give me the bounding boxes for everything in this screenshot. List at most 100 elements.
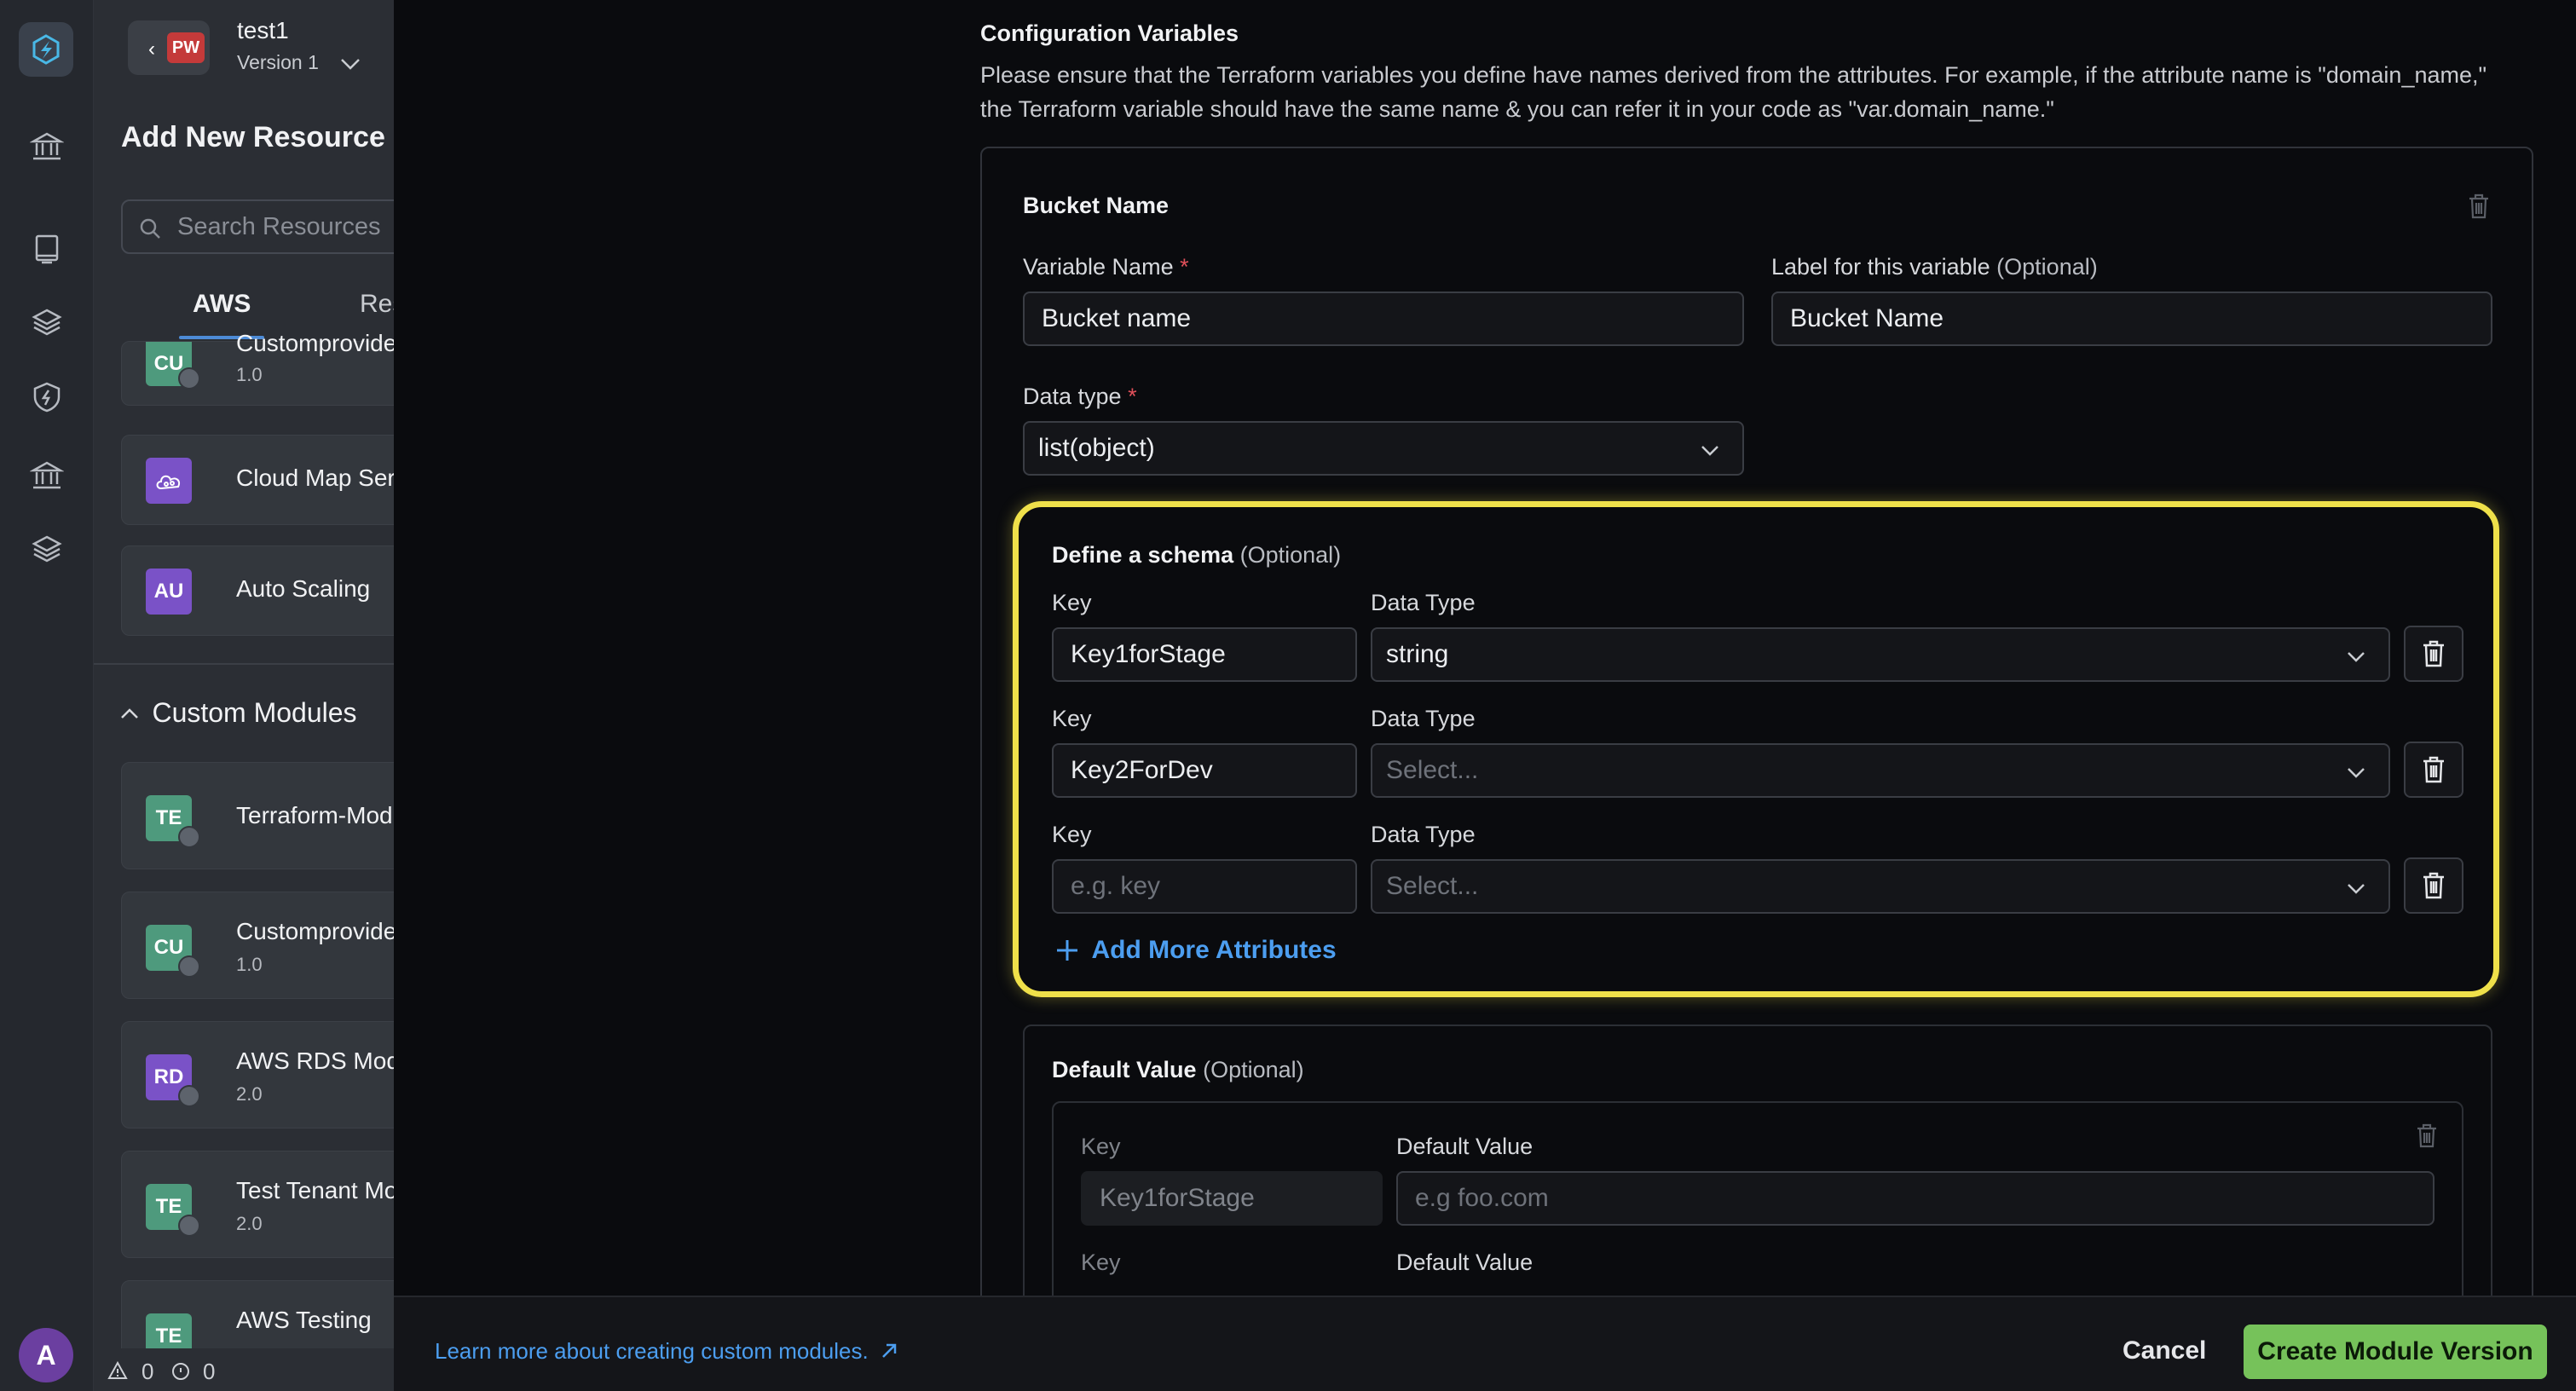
plus-icon: [1057, 940, 1077, 961]
warning-icon: [107, 1361, 128, 1379]
schema-key-placeholder: e.g. key: [1071, 872, 1161, 900]
user-icon: [178, 955, 200, 978]
project-badge: PW: [167, 32, 205, 63]
search-input[interactable]: Search Resources: [121, 199, 394, 254]
chevron-down-icon: [2348, 768, 2365, 778]
default-value-title: Default Value (Optional): [1052, 1057, 1304, 1082]
schema-key-input[interactable]: Key1forStage: [1052, 627, 1357, 682]
default-value-input[interactable]: e.g foo.com: [1396, 1171, 2434, 1226]
module-card[interactable]: TE Terraform-Modu: [121, 762, 394, 869]
delete-row-button[interactable]: [2404, 857, 2463, 914]
layers-icon[interactable]: [26, 528, 67, 569]
card-name: Cloud Map Servic: [236, 465, 394, 491]
add-more-attributes-button[interactable]: Add More Attributes: [1054, 936, 1337, 965]
schema-key-input[interactable]: e.g. key: [1052, 859, 1357, 914]
warning-count: 0: [142, 1359, 154, 1384]
trash-icon: [2423, 756, 2444, 783]
module-card[interactable]: CU Customprovider 1.0: [121, 892, 394, 999]
schema-key-label: Key: [1052, 590, 1092, 615]
card-version: 1.0: [236, 954, 263, 975]
card-version: 2.0: [236, 1213, 263, 1234]
data-type-select[interactable]: list(object): [1023, 421, 1744, 476]
bank-icon[interactable]: [26, 455, 67, 496]
info-count: 0: [203, 1359, 216, 1384]
learn-more-link[interactable]: Learn more about creating custom modules…: [435, 1338, 899, 1365]
card-version: 2.0: [236, 1083, 263, 1105]
custom-modules-title: Custom Modules: [152, 697, 357, 728]
add-more-label: Add More Attributes: [1091, 936, 1337, 964]
bank-icon: [178, 1085, 200, 1107]
layers-icon[interactable]: [26, 302, 67, 343]
card-name: Auto Scaling: [236, 575, 371, 602]
module-card[interactable]: TE Test Tenant Modu 2.0: [121, 1151, 394, 1258]
chevron-left-icon: ‹: [148, 38, 155, 61]
divider: [94, 663, 394, 665]
panel-title: Add New Resource: [121, 121, 385, 153]
shield-bolt-icon[interactable]: [26, 377, 67, 418]
cloud-map-icon: [146, 458, 192, 504]
version-selector[interactable]: Version 1: [237, 51, 361, 74]
learn-more-text: Learn more about creating custom modules…: [435, 1338, 869, 1364]
default-key-label: Key: [1081, 1134, 1121, 1159]
resource-card-auto-scaling[interactable]: AU Auto Scaling: [121, 545, 394, 636]
project-name: test1: [237, 17, 289, 43]
resource-badge: AU: [146, 569, 192, 615]
module-card[interactable]: RD AWS RDS Module 2.0: [121, 1021, 394, 1128]
custom-modules-toggle[interactable]: Custom Modules: [119, 697, 357, 729]
create-module-version-button[interactable]: Create Module Version: [2244, 1325, 2547, 1379]
schema-type-select[interactable]: string: [1371, 627, 2390, 682]
delete-row-button[interactable]: [2404, 626, 2463, 682]
default-key-input: Key1forStage: [1081, 1171, 1383, 1226]
card-name: AWS Testing: [236, 1307, 372, 1333]
card-name: Customprovider: [236, 330, 394, 356]
resource-card-cloud-map[interactable]: Cloud Map Servic: [121, 435, 394, 525]
default-key-label: Key: [1081, 1250, 1121, 1275]
schema-key-input[interactable]: Key2ForDev: [1052, 743, 1357, 798]
chevron-up-icon: [121, 707, 138, 719]
version-label: Version 1: [237, 51, 319, 73]
schema-type-label: Data Type: [1371, 706, 1476, 731]
search-placeholder: Search Resources: [177, 213, 381, 240]
bank-icon: [178, 1215, 200, 1237]
default-value-placeholder: e.g foo.com: [1415, 1184, 1549, 1212]
config-help-line-1: Please ensure that the Terraform variabl…: [980, 62, 2487, 88]
schema-type-label: Data Type: [1371, 590, 1476, 615]
chevron-down-icon: [2348, 884, 2365, 894]
card-name: Customprovider: [236, 918, 394, 944]
variable-name-label: Variable Name *: [1023, 254, 1189, 280]
chevron-down-icon: [1701, 446, 1718, 456]
book-icon[interactable]: [26, 228, 67, 269]
schema-type-select[interactable]: Select...: [1371, 859, 2390, 914]
bank-icon[interactable]: [26, 126, 67, 167]
card-name: Test Tenant Modu: [236, 1177, 394, 1203]
variable-label-label: Label for this variable (Optional): [1771, 254, 2098, 280]
data-type-label: Data type *: [1023, 384, 1137, 409]
card-name: Terraform-Modu: [236, 802, 394, 828]
project-switcher[interactable]: ‹ PW: [128, 20, 210, 75]
data-type-value: list(object): [1038, 434, 1155, 462]
schema-type-value: string: [1386, 640, 1449, 668]
resource-panel: ‹ PW test1 Version 1 Add New Resource Se…: [94, 0, 394, 1391]
delete-row-button[interactable]: [2404, 742, 2463, 798]
schema-key-label: Key: [1052, 706, 1092, 731]
config-variables-title: Configuration Variables: [980, 20, 1239, 46]
tab-aws[interactable]: AWS: [193, 290, 251, 319]
tab-resources[interactable]: Res: [360, 290, 394, 319]
chevron-down-icon: [341, 59, 361, 70]
cancel-button[interactable]: Cancel: [2123, 1336, 2206, 1365]
trash-icon[interactable]: [2416, 1123, 2438, 1149]
app-logo-icon[interactable]: [19, 22, 73, 77]
trash-icon[interactable]: [2467, 193, 2491, 220]
schema-title: Define a schema (Optional): [1052, 542, 1342, 568]
schema-key-label: Key: [1052, 822, 1092, 847]
user-icon: [178, 826, 200, 848]
user-avatar[interactable]: A: [19, 1328, 73, 1382]
schema-type-label: Data Type: [1371, 822, 1476, 847]
external-link-icon: [882, 1343, 897, 1358]
variable-name-input[interactable]: Bucket name: [1023, 291, 1744, 346]
schema-type-placeholder: Select...: [1386, 872, 1479, 900]
schema-type-select[interactable]: Select...: [1371, 743, 2390, 798]
variable-label-input[interactable]: Bucket Name: [1771, 291, 2492, 346]
resource-card-customprovider[interactable]: CU Customprovider 1.0: [121, 330, 394, 406]
schema-type-placeholder: Select...: [1386, 756, 1479, 784]
